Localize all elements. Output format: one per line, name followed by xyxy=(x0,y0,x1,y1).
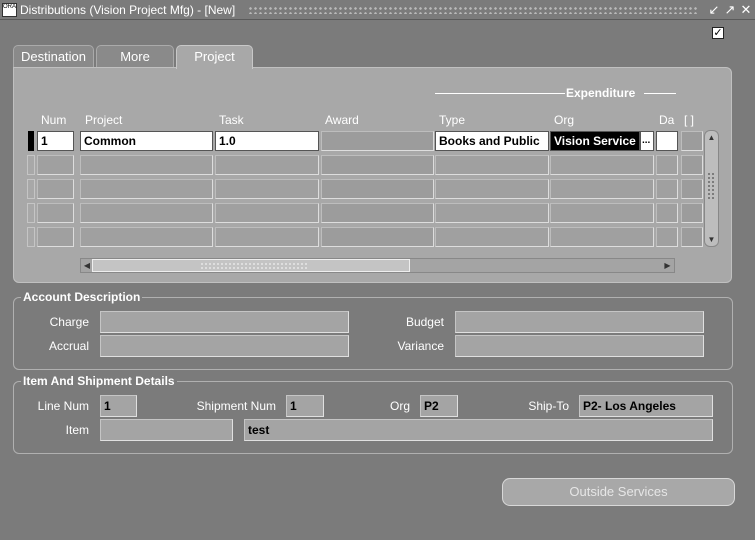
expenditure-org-cell[interactable] xyxy=(550,179,654,199)
expenditure-org-cell[interactable] xyxy=(550,203,654,223)
expenditure-org-cell[interactable] xyxy=(550,155,654,175)
task-cell[interactable] xyxy=(215,203,319,223)
column-header-date: Da xyxy=(659,113,675,127)
column-header-num: Num xyxy=(41,113,67,127)
expenditure-type-cell[interactable] xyxy=(435,227,549,247)
item-label: Item xyxy=(65,423,89,437)
item-field[interactable] xyxy=(100,419,233,441)
expenditure-org-cell[interactable] xyxy=(550,227,654,247)
vertical-scroll-grip[interactable] xyxy=(707,172,716,200)
outside-services-button[interactable]: Outside Services xyxy=(502,478,735,506)
num-cell[interactable] xyxy=(37,179,74,199)
scroll-down-arrow-icon[interactable]: ▼ xyxy=(705,233,718,246)
accrual-account-field[interactable] xyxy=(100,335,349,357)
expenditure-divider-right xyxy=(644,93,676,94)
scroll-up-arrow-icon[interactable]: ▲ xyxy=(705,131,718,144)
enabled-checkbox[interactable]: ✓ xyxy=(712,27,724,39)
row-indicator[interactable] xyxy=(27,203,35,223)
expenditure-type-cell[interactable] xyxy=(435,203,549,223)
descriptive-flexfield-cell[interactable] xyxy=(681,179,703,199)
item-shipment-group xyxy=(13,381,733,454)
maximize-icon[interactable]: ↗ xyxy=(722,2,738,18)
award-cell[interactable] xyxy=(321,155,434,175)
window-title: Distributions (Vision Project Mfg) - [Ne… xyxy=(20,3,236,17)
expenditure-type-cell[interactable]: Books and Public xyxy=(435,131,549,151)
num-cell[interactable] xyxy=(37,203,74,223)
variance-account-field[interactable] xyxy=(455,335,704,357)
descriptive-flexfield-cell[interactable] xyxy=(681,227,703,247)
descriptive-flexfield-cell[interactable] xyxy=(681,155,703,175)
project-cell[interactable] xyxy=(80,203,213,223)
task-cell[interactable] xyxy=(215,179,319,199)
row-indicator[interactable] xyxy=(27,155,35,175)
task-cell[interactable] xyxy=(215,155,319,175)
charge-account-field[interactable] xyxy=(100,311,349,333)
task-cell[interactable] xyxy=(215,227,319,247)
oracle-app-icon: ORACLE xyxy=(2,3,17,17)
descriptive-flexfield-cell[interactable] xyxy=(681,131,703,151)
expenditure-type-cell[interactable] xyxy=(435,179,549,199)
shipment-num-label: Shipment Num xyxy=(196,399,276,413)
shipment-num-field[interactable]: 1 xyxy=(286,395,324,417)
ship-to-field[interactable]: P2- Los Angeles xyxy=(579,395,713,417)
project-cell[interactable] xyxy=(80,179,213,199)
num-cell[interactable]: 1 xyxy=(37,131,74,151)
org-field[interactable]: P2 xyxy=(420,395,458,417)
line-num-field[interactable]: 1 xyxy=(100,395,137,417)
expenditure-group-header: Expenditure xyxy=(566,86,636,100)
tab-more[interactable]: More xyxy=(96,45,174,68)
scroll-right-arrow-icon[interactable]: ▶ xyxy=(661,259,674,272)
variance-label: Variance xyxy=(397,339,444,353)
project-cell[interactable] xyxy=(80,227,213,247)
account-description-label: Account Description xyxy=(21,290,143,304)
expenditure-date-cell[interactable] xyxy=(656,227,678,247)
item-description-field[interactable]: test xyxy=(244,419,713,441)
column-header-more: [ ] xyxy=(684,113,695,127)
budget-label: Budget xyxy=(405,315,444,329)
expenditure-type-cell[interactable] xyxy=(435,155,549,175)
horizontal-scroll-grip[interactable] xyxy=(200,262,308,269)
project-cell[interactable] xyxy=(80,155,213,175)
account-description-group xyxy=(13,297,733,370)
column-header-org: Org xyxy=(554,113,575,127)
row-indicator-current[interactable] xyxy=(28,131,34,151)
budget-account-field[interactable] xyxy=(455,311,704,333)
column-header-type: Type xyxy=(439,113,466,127)
lov-button[interactable]: ... xyxy=(640,131,654,151)
expenditure-divider-left xyxy=(435,93,565,94)
expenditure-org-cell[interactable]: Vision Service xyxy=(550,131,640,151)
close-icon[interactable]: ✕ xyxy=(738,2,754,18)
line-num-label: Line Num xyxy=(37,399,89,413)
tab-project[interactable]: Project xyxy=(176,45,253,69)
column-header-award: Award xyxy=(325,113,359,127)
column-header-project: Project xyxy=(85,113,123,127)
row-indicator[interactable] xyxy=(27,179,35,199)
expenditure-date-cell[interactable] xyxy=(656,179,678,199)
ship-to-label: Ship-To xyxy=(528,399,569,413)
num-cell[interactable] xyxy=(37,227,74,247)
expenditure-date-cell[interactable] xyxy=(656,203,678,223)
accrual-label: Accrual xyxy=(48,339,89,353)
expenditure-date-cell[interactable] xyxy=(656,155,678,175)
task-cell[interactable]: 1.0 xyxy=(215,131,319,151)
descriptive-flexfield-cell[interactable] xyxy=(681,203,703,223)
minimize-icon[interactable]: ↙ xyxy=(706,2,722,18)
award-cell[interactable] xyxy=(321,203,434,223)
award-cell[interactable] xyxy=(321,227,434,247)
charge-label: Charge xyxy=(49,315,89,329)
expenditure-date-cell[interactable] xyxy=(656,131,678,151)
num-cell[interactable] xyxy=(37,155,74,175)
award-cell[interactable] xyxy=(321,131,434,151)
row-indicator[interactable] xyxy=(27,227,35,247)
award-cell[interactable] xyxy=(321,179,434,199)
column-header-task: Task xyxy=(219,113,244,127)
tab-destination[interactable]: Destination xyxy=(13,45,94,68)
org-label: Org xyxy=(389,399,410,413)
item-shipment-label: Item And Shipment Details xyxy=(21,374,177,388)
project-cell[interactable]: Common xyxy=(80,131,213,151)
title-bar-pattern xyxy=(248,6,698,14)
